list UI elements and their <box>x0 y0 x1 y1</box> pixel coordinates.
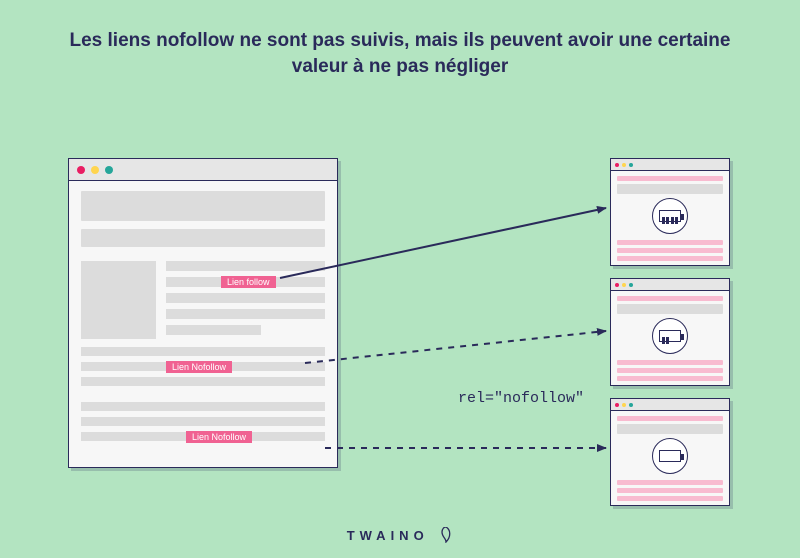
text-line-pink <box>617 488 723 493</box>
paragraph-block: Lien Nofollow <box>81 347 325 386</box>
link-follow-label: Lien follow <box>221 276 276 288</box>
text-line <box>81 402 325 411</box>
text-line <box>81 417 325 426</box>
text-line-pink <box>617 496 723 501</box>
text-line-pink <box>617 248 723 253</box>
target-content <box>611 171 729 269</box>
text-line <box>81 377 325 386</box>
window-dot-minimize <box>622 403 626 407</box>
text-line <box>166 293 325 303</box>
text-line: Lien Nofollow <box>81 432 325 441</box>
window-dot-zoom <box>629 283 633 287</box>
window-dot-close <box>615 403 619 407</box>
text-line <box>81 347 325 356</box>
article-lines: Lien follow <box>166 261 325 339</box>
target-browser-full <box>610 158 730 266</box>
source-content: Lien follow Lien Nofollow Lien Nofollow <box>69 181 337 453</box>
paragraph-block: Lien Nofollow <box>81 402 325 441</box>
target-content <box>611 411 729 509</box>
window-dot-minimize <box>622 163 626 167</box>
window-dot-zoom <box>629 163 633 167</box>
source-browser: Lien follow Lien Nofollow Lien Nofollow <box>68 158 338 468</box>
target-content <box>611 291 729 389</box>
rel-nofollow-label: rel="nofollow" <box>458 390 584 407</box>
target-browser-half <box>610 278 730 386</box>
text-line-pink <box>617 176 723 181</box>
window-dot-zoom <box>629 403 633 407</box>
text-line <box>166 325 261 335</box>
placeholder-subheading <box>81 229 325 247</box>
placeholder-heading <box>617 184 723 194</box>
brand-text: TWAINO <box>347 528 429 543</box>
window-titlebar <box>611 279 729 291</box>
text-line-pink <box>617 360 723 365</box>
text-line: Lien follow <box>166 277 325 287</box>
battery-icon-half <box>652 318 688 354</box>
article-block: Lien follow <box>81 261 325 339</box>
text-line-pink <box>617 296 723 301</box>
window-dot-minimize <box>622 283 626 287</box>
window-titlebar <box>611 399 729 411</box>
battery-body <box>659 210 681 222</box>
window-dot-close <box>77 166 85 174</box>
text-line-pink <box>617 240 723 245</box>
battery-body <box>659 450 681 462</box>
window-titlebar <box>69 159 337 181</box>
article-thumbnail <box>81 261 156 339</box>
text-line: Lien Nofollow <box>81 362 325 371</box>
text-line <box>166 309 325 319</box>
battery-body <box>659 330 681 342</box>
placeholder-heading <box>81 191 325 221</box>
window-dot-close <box>615 163 619 167</box>
placeholder-heading <box>617 424 723 434</box>
battery-icon-empty <box>652 438 688 474</box>
window-dot-zoom <box>105 166 113 174</box>
page-title: Les liens nofollow ne sont pas suivis, m… <box>60 28 740 79</box>
text-line <box>166 261 325 271</box>
text-line-pink <box>617 368 723 373</box>
placeholder-heading <box>617 304 723 314</box>
text-line-pink <box>617 416 723 421</box>
text-line-pink <box>617 256 723 261</box>
link-nofollow-label-2: Lien Nofollow <box>186 431 252 443</box>
text-line-pink <box>617 480 723 485</box>
target-browser-empty <box>610 398 730 506</box>
arrow-nofollow-1 <box>305 331 606 363</box>
window-titlebar <box>611 159 729 171</box>
window-dot-minimize <box>91 166 99 174</box>
battery-icon-full <box>652 198 688 234</box>
window-dot-close <box>615 283 619 287</box>
text-line-pink <box>617 376 723 381</box>
link-nofollow-label-1: Lien Nofollow <box>166 361 232 373</box>
